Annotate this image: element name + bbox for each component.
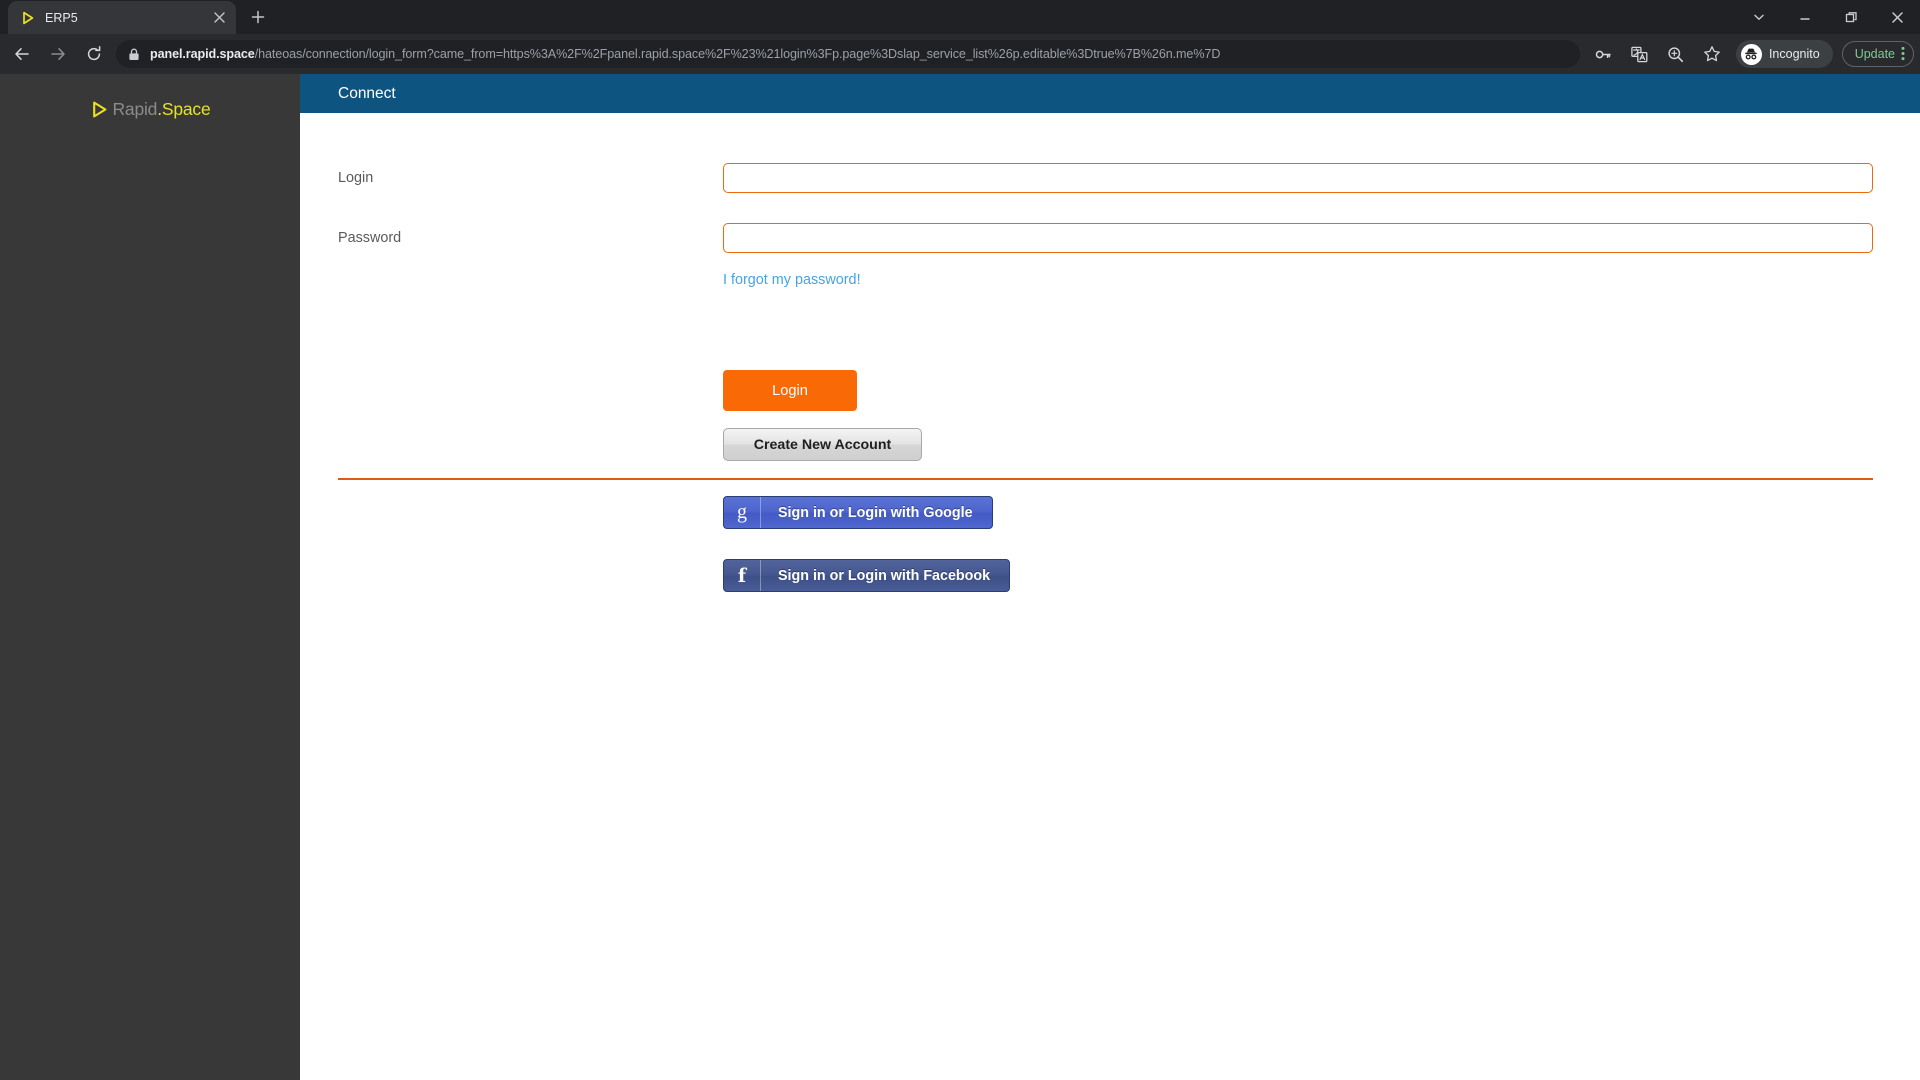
url-path: /hateoas/connection/login_form?came_from… bbox=[254, 47, 1221, 61]
page-title: Connect bbox=[338, 84, 396, 102]
close-window-icon[interactable] bbox=[1874, 0, 1920, 34]
page-viewport: Rapid.Space Connect Login Password I for… bbox=[0, 74, 1920, 1080]
window-controls bbox=[1736, 0, 1920, 34]
login-input[interactable] bbox=[723, 163, 1873, 193]
section-divider bbox=[338, 478, 1873, 480]
rapidspace-play-triangle-icon bbox=[89, 99, 110, 120]
sidebar: Rapid.Space bbox=[0, 74, 300, 1080]
chevron-down-icon[interactable] bbox=[1736, 0, 1782, 34]
google-g-icon: g bbox=[724, 497, 761, 528]
restore-window-icon[interactable] bbox=[1828, 0, 1874, 34]
reload-icon[interactable] bbox=[79, 39, 109, 69]
translate-icon[interactable] bbox=[1625, 39, 1655, 69]
logo-text-accent: .Space bbox=[157, 98, 211, 119]
zoom-magnifier-icon[interactable] bbox=[1661, 39, 1691, 69]
arrow-forward-icon[interactable] bbox=[43, 39, 73, 69]
address-bar-url: panel.rapid.space/hateoas/connection/log… bbox=[150, 47, 1570, 61]
logo-text: Rapid.Space bbox=[112, 99, 210, 120]
update-label: Update bbox=[1854, 47, 1895, 61]
create-new-account-button[interactable]: Create New Account bbox=[723, 428, 922, 461]
incognito-icon bbox=[1740, 43, 1762, 65]
main-content: Connect Login Password I forgot my passw… bbox=[300, 74, 1920, 1080]
address-bar[interactable]: panel.rapid.space/hateoas/connection/log… bbox=[116, 40, 1580, 68]
profile-incognito-button[interactable]: Incognito bbox=[1735, 40, 1833, 68]
browser-toolbar: panel.rapid.space/hateoas/connection/log… bbox=[0, 34, 1920, 74]
page-header: Connect bbox=[300, 74, 1920, 113]
url-host: panel.rapid.space bbox=[150, 47, 255, 61]
rapidspace-logo[interactable]: Rapid.Space bbox=[89, 96, 211, 122]
forgot-password-link[interactable]: I forgot my password! bbox=[723, 272, 861, 288]
rapidspace-play-triangle-icon bbox=[20, 10, 36, 26]
facebook-f-icon: f bbox=[724, 560, 761, 591]
password-field-row: Password bbox=[300, 223, 1920, 253]
new-tab-button[interactable] bbox=[244, 3, 272, 31]
minimize-icon[interactable] bbox=[1782, 0, 1828, 34]
password-input[interactable] bbox=[723, 223, 1873, 253]
tab-title: ERP5 bbox=[45, 10, 78, 25]
star-icon[interactable] bbox=[1697, 39, 1727, 69]
arrow-back-icon[interactable] bbox=[7, 39, 37, 69]
toolbar-actions: Incognito Update bbox=[1586, 39, 1914, 69]
lock-icon bbox=[128, 48, 141, 61]
login-form: Login Password I forgot my password! Log… bbox=[300, 113, 1920, 1080]
google-signin-button[interactable]: g Sign in or Login with Google bbox=[723, 496, 993, 529]
login-button[interactable]: Login bbox=[723, 370, 857, 411]
login-label: Login bbox=[338, 170, 374, 186]
login-field-row: Login bbox=[300, 163, 1920, 193]
facebook-signin-button[interactable]: f Sign in or Login with Facebook bbox=[723, 559, 1011, 592]
google-signin-label: Sign in or Login with Google bbox=[778, 504, 973, 521]
key-icon[interactable] bbox=[1589, 39, 1619, 69]
browser-window: ERP5 panel.rapid.space/hateoas/connectio… bbox=[0, 0, 1920, 1080]
close-icon[interactable] bbox=[210, 9, 228, 27]
facebook-signin-label: Sign in or Login with Facebook bbox=[778, 567, 991, 584]
forgot-password-row: I forgot my password! bbox=[300, 271, 1920, 289]
browser-tab-erp5[interactable]: ERP5 bbox=[8, 1, 236, 34]
password-label: Password bbox=[338, 230, 402, 246]
update-button[interactable]: Update bbox=[1841, 41, 1914, 67]
tab-strip: ERP5 bbox=[0, 0, 1920, 34]
logo-text-primary: Rapid bbox=[112, 98, 158, 119]
three-dot-menu-icon[interactable] bbox=[1901, 46, 1905, 62]
profile-label: Incognito bbox=[1768, 47, 1820, 61]
